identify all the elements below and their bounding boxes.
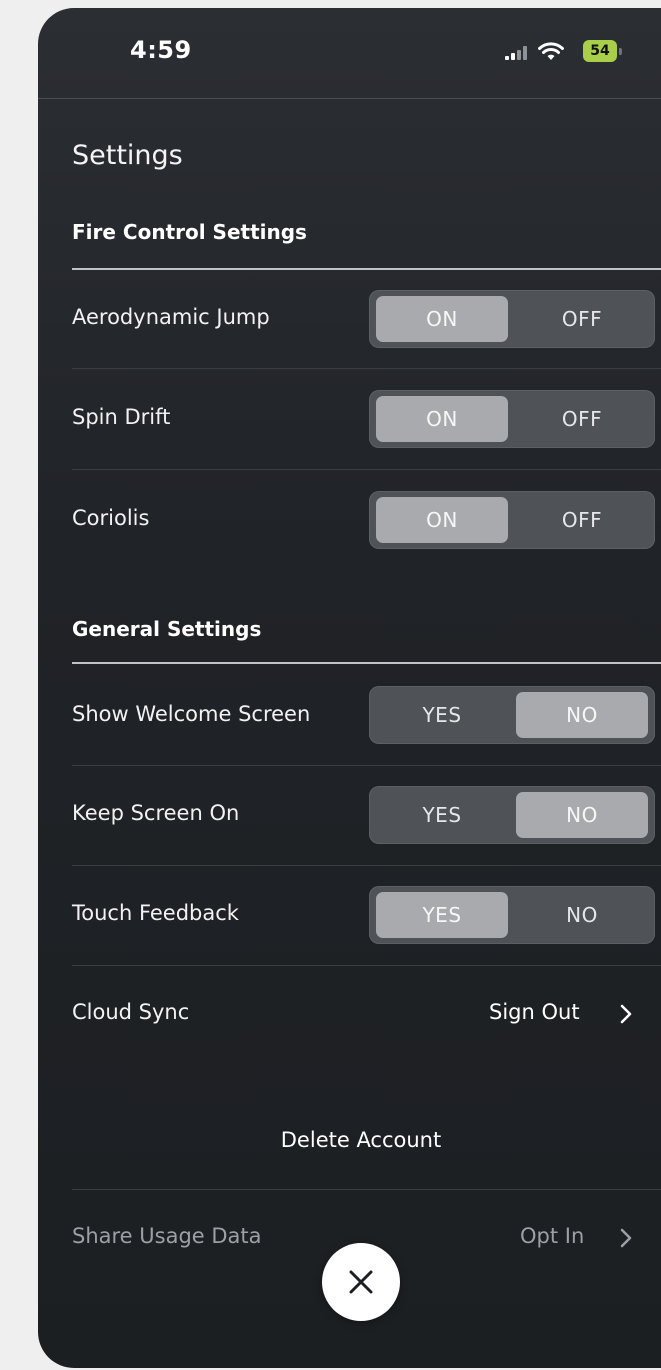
row-divider	[72, 469, 661, 470]
cellular-signal-icon	[505, 46, 529, 60]
show-welcome-screen-toggle: YES NO	[369, 686, 655, 744]
status-bar: 4:59 54	[38, 8, 661, 99]
chevron-right-icon[interactable]	[619, 1003, 633, 1025]
touch-feedback-no-option[interactable]: NO	[516, 892, 648, 938]
touch-feedback-yes-option[interactable]: YES	[376, 892, 508, 938]
row-divider	[72, 965, 661, 966]
keep-screen-on-no-option[interactable]: NO	[516, 792, 648, 838]
battery-level: 54	[583, 40, 617, 62]
section-divider	[72, 662, 661, 664]
row-divider	[72, 865, 661, 866]
coriolis-off-option[interactable]: OFF	[516, 497, 648, 543]
wifi-icon	[538, 42, 564, 60]
status-time: 4:59	[130, 36, 192, 64]
show-welcome-screen-no-option[interactable]: NO	[516, 692, 648, 738]
sign-out-link[interactable]: Sign Out	[489, 1000, 580, 1024]
section-divider	[72, 268, 661, 270]
page-title: Settings	[72, 140, 183, 171]
keep-screen-on-toggle: YES NO	[369, 786, 655, 844]
spin-drift-toggle: ON OFF	[369, 390, 655, 448]
close-icon	[349, 1270, 373, 1294]
aerodynamic-jump-off-option[interactable]: OFF	[516, 296, 648, 342]
section-header-fire-control: Fire Control Settings	[72, 220, 307, 244]
settings-screen: 4:59 54 Settings Fire Control Settings A…	[38, 8, 661, 1368]
battery-icon: 54	[583, 40, 622, 62]
aerodynamic-jump-toggle: ON OFF	[369, 290, 655, 348]
delete-account-button[interactable]: Delete Account	[38, 1128, 661, 1152]
coriolis-label: Coriolis	[72, 506, 150, 530]
chevron-right-icon[interactable]	[619, 1227, 633, 1249]
show-welcome-screen-yes-option[interactable]: YES	[376, 692, 508, 738]
coriolis-on-option[interactable]: ON	[376, 497, 508, 543]
spin-drift-off-option[interactable]: OFF	[516, 396, 648, 442]
show-welcome-screen-label: Show Welcome Screen	[72, 702, 311, 726]
touch-feedback-label: Touch Feedback	[72, 901, 239, 925]
spin-drift-label: Spin Drift	[72, 405, 171, 429]
keep-screen-on-label: Keep Screen On	[72, 801, 240, 825]
opt-in-link[interactable]: Opt In	[520, 1224, 584, 1248]
row-divider	[72, 1189, 661, 1190]
spin-drift-on-option[interactable]: ON	[376, 396, 508, 442]
share-usage-data-label: Share Usage Data	[72, 1224, 262, 1248]
close-button[interactable]	[322, 1243, 400, 1321]
section-header-general: General Settings	[72, 617, 262, 641]
row-divider	[72, 368, 661, 369]
touch-feedback-toggle: YES NO	[369, 886, 655, 944]
cloud-sync-label: Cloud Sync	[72, 1000, 190, 1024]
aerodynamic-jump-on-option[interactable]: ON	[376, 296, 508, 342]
aerodynamic-jump-label: Aerodynamic Jump	[72, 305, 270, 329]
keep-screen-on-yes-option[interactable]: YES	[376, 792, 508, 838]
coriolis-toggle: ON OFF	[369, 491, 655, 549]
row-divider	[72, 765, 661, 766]
